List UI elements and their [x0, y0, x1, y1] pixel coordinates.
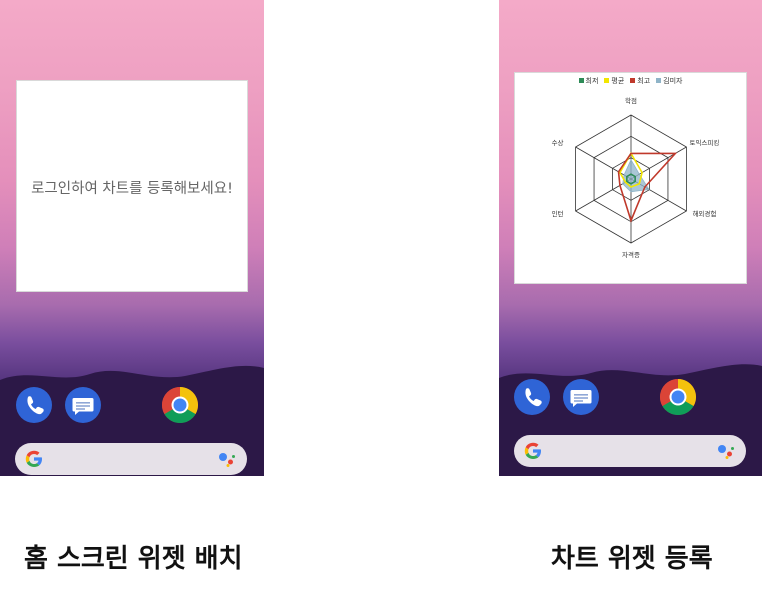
- caption-chart-widget-registration: 차트 위젯 등록: [551, 544, 713, 574]
- axis-spoke: [575, 146, 632, 180]
- messages-icon[interactable]: [563, 379, 599, 415]
- google-assistant-icon[interactable]: [218, 451, 236, 471]
- google-search-bar[interactable]: [15, 443, 247, 475]
- axis-label: 수상: [552, 138, 564, 147]
- login-prompt-text: 로그인하여 차트를 등록해보세요!: [31, 181, 233, 197]
- phone-icon[interactable]: [16, 387, 52, 423]
- chart-widget-empty[interactable]: 로그인하여 차트를 등록해보세요!: [16, 80, 248, 292]
- chrome-icon[interactable]: [162, 387, 198, 423]
- axis-label: 해외경험: [692, 209, 716, 218]
- home-screen-right: 최저 평균 최고 김미자 학점 토익스피킹 해외경험 자격증 인턴 수상: [499, 0, 762, 476]
- caption-home-widget-placement: 홈 스크린 위젯 배치: [24, 544, 243, 574]
- google-assistant-icon[interactable]: [717, 443, 735, 463]
- axis-label: 자격증: [622, 250, 640, 259]
- radar-chart: 학점토익스피킹해외경험자격증 인턴 수상: [552, 96, 720, 259]
- axis-label: 학점: [625, 96, 637, 105]
- radar-chart-widget[interactable]: 최저 평균 최고 김미자 학점 토익스피킹 해외경험 자격증 인턴 수상: [514, 72, 747, 284]
- axis-label: 인턴: [552, 209, 564, 218]
- home-screen-left: 로그인하여 차트를 등록해보세요!: [0, 0, 264, 476]
- google-g-icon: [524, 442, 542, 464]
- axis-label: 토익스피킹: [689, 138, 719, 147]
- messages-icon[interactable]: [65, 387, 101, 423]
- chrome-icon[interactable]: [660, 379, 696, 415]
- google-search-bar[interactable]: [514, 435, 746, 467]
- google-g-icon: [25, 450, 43, 472]
- phone-icon[interactable]: [514, 379, 550, 415]
